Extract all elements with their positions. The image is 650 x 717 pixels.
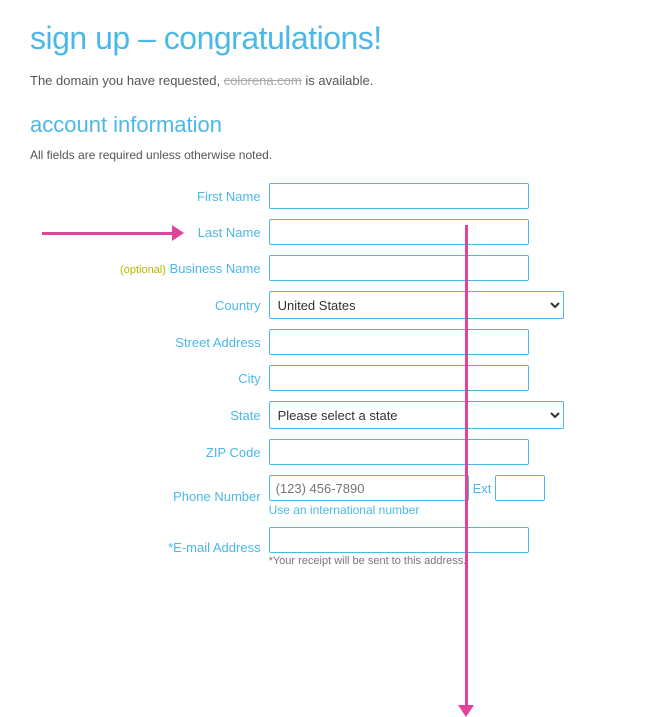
international-number-link[interactable]: Use an international number bbox=[269, 501, 616, 517]
arrow-head-down bbox=[458, 705, 474, 717]
first-name-row: First Name bbox=[30, 178, 620, 214]
phone-number-row: Phone Number Ext Use an international nu… bbox=[30, 470, 620, 522]
email-row: *E-mail Address *Your receipt will be se… bbox=[30, 522, 620, 572]
first-name-label: First Name bbox=[30, 178, 265, 214]
section-title: account information bbox=[30, 112, 620, 138]
domain-notice-prefix: The domain you have requested, bbox=[30, 73, 220, 88]
street-address-label: Street Address bbox=[30, 324, 265, 360]
phone-input-group: Ext bbox=[269, 475, 616, 501]
state-row: State Please select a state Alabama Alas… bbox=[30, 396, 620, 434]
domain-notice-suffix: is available. bbox=[305, 73, 373, 88]
country-select-cell: United States Canada United Kingdom bbox=[265, 286, 620, 324]
email-input-cell: *Your receipt will be sent to this addre… bbox=[265, 522, 620, 572]
zip-code-input[interactable] bbox=[269, 439, 529, 465]
state-label: State bbox=[30, 396, 265, 434]
business-name-input[interactable] bbox=[269, 255, 529, 281]
phone-number-input-cell: Ext Use an international number bbox=[265, 470, 620, 522]
zip-code-label: ZIP Code bbox=[30, 434, 265, 470]
business-name-input-cell bbox=[265, 250, 620, 286]
domain-name: colorena.com bbox=[224, 73, 302, 88]
country-row: Country United States Canada United King… bbox=[30, 286, 620, 324]
business-name-label: (optional) Business Name bbox=[30, 250, 265, 286]
street-address-row: Street Address bbox=[30, 324, 620, 360]
city-row: City bbox=[30, 360, 620, 396]
country-label: Country bbox=[30, 286, 265, 324]
phone-number-input[interactable] bbox=[269, 475, 469, 501]
optional-label: (optional) bbox=[120, 264, 166, 276]
email-input[interactable] bbox=[269, 527, 529, 553]
last-name-label: Last Name bbox=[30, 214, 265, 250]
state-select[interactable]: Please select a state Alabama Alaska Ari… bbox=[269, 401, 564, 429]
street-address-input[interactable] bbox=[269, 329, 529, 355]
country-select[interactable]: United States Canada United Kingdom bbox=[269, 291, 564, 319]
city-input-cell bbox=[265, 360, 620, 396]
city-input[interactable] bbox=[269, 365, 529, 391]
domain-notice: The domain you have requested, colorena.… bbox=[30, 73, 620, 88]
receipt-note: *Your receipt will be sent to this addre… bbox=[269, 553, 616, 567]
form-wrapper: First Name Last Name (optional) Business… bbox=[30, 178, 620, 572]
city-label: City bbox=[30, 360, 265, 396]
last-name-row: Last Name bbox=[30, 214, 620, 250]
first-name-input-cell bbox=[265, 178, 620, 214]
ext-label: Ext bbox=[469, 481, 496, 496]
business-name-text: Business Name bbox=[170, 261, 261, 276]
zip-code-input-cell bbox=[265, 434, 620, 470]
last-name-input[interactable] bbox=[269, 219, 529, 245]
page-title: sign up – congratulations! bbox=[30, 20, 620, 57]
phone-number-label: Phone Number bbox=[30, 470, 265, 522]
required-note: All fields are required unless otherwise… bbox=[30, 148, 620, 162]
state-select-cell: Please select a state Alabama Alaska Ari… bbox=[265, 396, 620, 434]
email-label: *E-mail Address bbox=[30, 522, 265, 572]
form-table: First Name Last Name (optional) Business… bbox=[30, 178, 620, 572]
business-name-row: (optional) Business Name bbox=[30, 250, 620, 286]
last-name-input-cell bbox=[265, 214, 620, 250]
zip-code-row: ZIP Code bbox=[30, 434, 620, 470]
street-address-input-cell bbox=[265, 324, 620, 360]
ext-input[interactable] bbox=[495, 475, 545, 501]
first-name-input[interactable] bbox=[269, 183, 529, 209]
